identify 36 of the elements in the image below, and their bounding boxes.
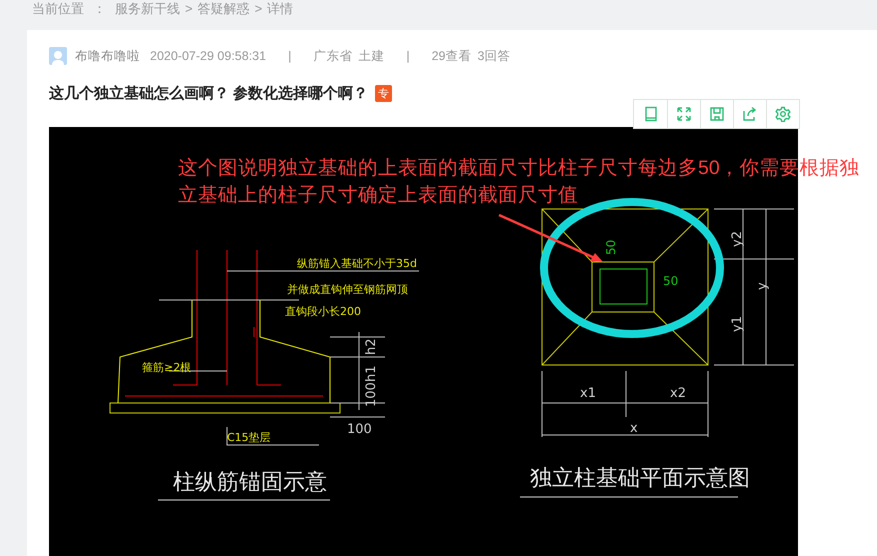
drawing-label: 直钩段小长200	[285, 305, 361, 318]
drawing-label: y1	[730, 316, 745, 332]
expert-badge: 专	[375, 84, 392, 102]
drawing-label: 50	[663, 274, 678, 288]
drawing-label: h1	[364, 365, 379, 382]
region: 广东省	[313, 48, 352, 64]
drawing-label: y	[755, 282, 770, 290]
drawing-label: 箍筋≥2根	[142, 361, 192, 374]
drawing-label: 100	[364, 382, 379, 407]
breadcrumb-link[interactable]: 详情	[267, 0, 294, 18]
breadcrumb-separator: ：	[93, 0, 106, 18]
drawing-label: 50	[604, 240, 618, 255]
drawing-label: x	[630, 421, 638, 436]
answer-count: 3回答	[477, 48, 510, 64]
drawing-label: 100	[347, 422, 372, 437]
drawing-label: 并做成直钩伸至钢筋网顶	[287, 283, 408, 296]
category: 土建	[358, 48, 384, 64]
meta-divider: |	[406, 49, 410, 63]
drawing-label: C15垫层	[227, 431, 271, 444]
post-date: 2020-07-29 09:58:31	[150, 49, 266, 63]
breadcrumb-link[interactable]: 答疑解惑	[198, 0, 250, 18]
drawing-label: 纵筋锚入基础不小于35d	[297, 257, 417, 270]
breadcrumb-arrow: >	[185, 0, 193, 18]
breadcrumb-label: 当前位置	[32, 0, 84, 18]
drawing-label: y2	[730, 231, 745, 247]
drawing-label: x2	[670, 386, 686, 401]
view-count: 29查看	[432, 48, 472, 64]
author-name[interactable]: 布噜布噜啦	[75, 48, 140, 64]
drawing-label: 独立柱基础平面示意图	[530, 466, 750, 491]
question-title: 这几个独立基础怎么画啊？ 参数化选择哪个啊？	[49, 84, 368, 102]
drawing-label: 柱纵筋锚固示意	[173, 470, 327, 495]
drawing-label: h2	[364, 338, 379, 355]
meta-divider: |	[288, 49, 292, 63]
drawing-label: x1	[580, 386, 596, 401]
breadcrumb-link[interactable]: 服务新干线	[115, 0, 180, 18]
breadcrumb-arrow: >	[254, 0, 262, 18]
